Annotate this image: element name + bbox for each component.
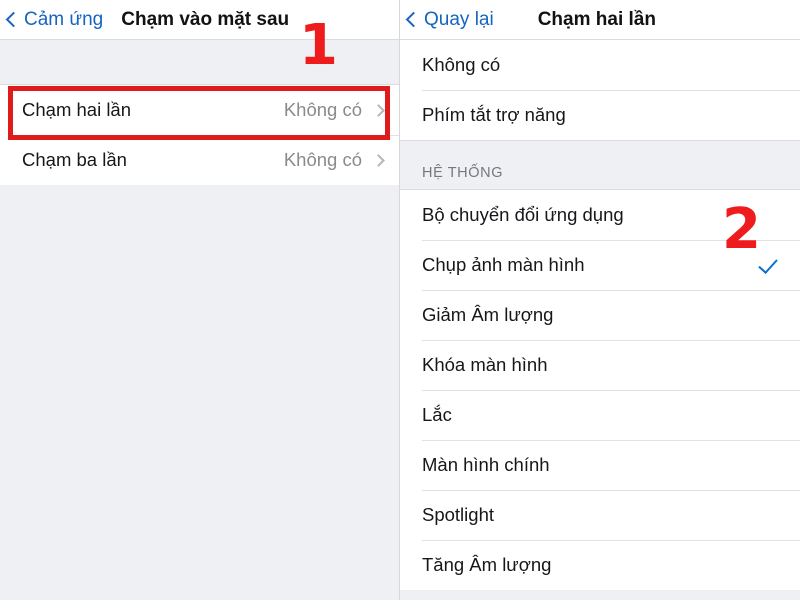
list-item-lac[interactable]: Lắc [400,390,800,440]
row-value: Không có [283,99,362,120]
row-label: Phím tắt trợ năng [422,104,566,125]
right-top-list: Không có Phím tắt trợ năng [400,40,800,140]
row-label: Giảm Âm lượng [422,304,554,325]
row-label: Không có [422,54,501,75]
chevron-left-icon [405,11,422,27]
back-button-quay-lai[interactable]: Quay lại [405,8,494,31]
annotation-step-one: 1 [299,13,338,78]
list-item-phim-tat-tro-nang[interactable]: Phím tắt trợ năng [400,90,800,140]
list-item-tang-am-luong[interactable]: Tăng Âm lượng [400,540,800,590]
list-item-spotlight[interactable]: Spotlight [400,490,800,540]
annotation-step-two: 2 [722,197,761,262]
chevron-right-icon [372,153,385,167]
back-button-label: Cảm ứng [24,8,104,30]
chevron-left-icon [5,11,22,27]
chevron-right-icon [372,103,385,117]
back-button-cam-ung[interactable]: Cảm ứng [5,8,104,31]
list-item-khong-co[interactable]: Không có [400,40,800,90]
left-settings-list: Chạm hai lần Không có Chạm ba lần Không … [0,85,399,185]
list-item-giam-am-luong[interactable]: Giảm Âm lượng [400,290,800,340]
list-item-cham-ba-lan[interactable]: Chạm ba lần Không có [0,135,399,185]
list-item-man-hinh-chinh[interactable]: Màn hình chính [400,440,800,490]
row-label: Chạm ba lần [22,149,127,170]
page-title: Chạm hai lần [537,8,656,30]
section-header-label: HỆ THỐNG [422,165,504,181]
left-navigation-bar: Cảm ứng Chạm vào mặt sau [0,0,399,40]
row-label: Khóa màn hình [422,354,548,375]
list-item-khoa-man-hinh[interactable]: Khóa màn hình [400,340,800,390]
row-value: Không có [283,149,362,170]
right-phone-panel: Quay lại Chạm hai lần Không có Phím tắt … [400,0,800,600]
row-label: Màn hình chính [422,454,550,475]
back-button-label: Quay lại [424,8,494,30]
row-label: Chạm hai lần [22,99,132,120]
section-header-he-thong: HỆ THỐNG [400,140,800,190]
list-item-cham-hai-lan[interactable]: Chạm hai lần Không có [0,85,399,135]
left-phone-panel: Cảm ứng Chạm vào mặt sau Chạm hai lần Kh… [0,0,400,600]
left-bottom-filler [0,185,399,600]
right-navigation-bar: Quay lại Chạm hai lần [400,0,800,40]
checkmark-icon [758,255,778,275]
row-label: Lắc [422,404,452,425]
tutorial-screenshot: Cảm ứng Chạm vào mặt sau Chạm hai lần Kh… [0,0,800,600]
row-label: Spotlight [422,504,494,525]
row-label: Chụp ảnh màn hình [422,254,585,275]
left-top-spacer [0,40,399,85]
row-label: Tăng Âm lượng [422,554,552,575]
page-title: Chạm vào mặt sau [121,8,290,30]
